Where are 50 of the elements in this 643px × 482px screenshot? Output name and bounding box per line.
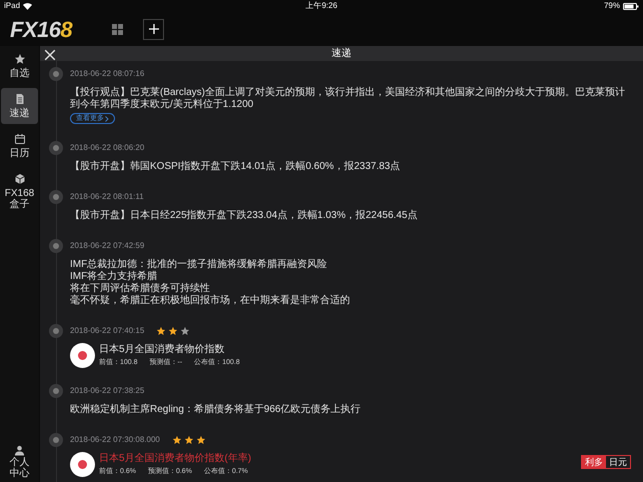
timestamp: 2018-06-22 08:01:11 xyxy=(70,191,144,203)
plus-icon xyxy=(148,24,158,34)
news-text: 毫不怀疑，希腊正在积极地回报市场，在中期来看是非常合适的 xyxy=(70,295,351,307)
news-text: 【股市开盘】日本日经225指数开盘下跌233.04点，跌幅1.03%，报22456.45点 xyxy=(70,210,418,222)
indicator-title: 日本5月全国消费者物价指数(年率) xyxy=(99,452,252,464)
timestamp: 2018-06-22 08:07:16 xyxy=(70,68,144,80)
news-text: 【股市开盘】韩国KOSPI指数开盘下跌14.01点，跌幅0.60%，报2337.83点 xyxy=(70,161,402,173)
document-icon xyxy=(14,93,26,105)
news-text: IMF总裁拉加德：批准的一揽子措施将缓解希腊再融资风险 xyxy=(70,259,328,270)
news-text: 欧洲稳定机制主席Regling：希腊债务将基于966亿欧元债务上执行 xyxy=(70,404,362,416)
star-icon xyxy=(156,326,166,336)
star-icon xyxy=(168,326,178,336)
close-icon xyxy=(44,49,56,61)
timestamp: 2018-06-22 07:42:59 xyxy=(70,240,144,252)
star-icon xyxy=(196,434,206,444)
sidebar-item[interactable]: FX168 盒子 xyxy=(1,168,38,215)
star-icon xyxy=(14,53,26,65)
sidebar-item[interactable]: 速递 xyxy=(1,88,38,124)
close-button[interactable] xyxy=(44,49,56,61)
news-text: 【投行观点】巴克莱(Barclays)全面上调了对美元的预期，该行并指出，美国经济和其他国家之间的分歧大于预期。巴克莱预计到今年第四季度末欧元/美元料位于1.1200 xyxy=(70,87,626,111)
indicator-title: 日本5月全国消费者物价指数 xyxy=(99,343,226,356)
device-name: iPad xyxy=(4,0,20,12)
chevron-icon xyxy=(105,116,109,122)
sidebar-item[interactable]: 日历 xyxy=(1,128,38,164)
star-icon xyxy=(172,434,182,444)
timestamp: 2018-06-22 07:38:25 xyxy=(70,384,144,396)
timestamp: 2018-06-22 08:06:20 xyxy=(70,142,144,154)
star-icon xyxy=(180,326,190,336)
battery-icon xyxy=(623,2,639,10)
battery-percent: 79% xyxy=(604,0,620,12)
grid-icon[interactable] xyxy=(112,24,123,34)
profile-item[interactable]: 个人中心 xyxy=(8,445,30,482)
news-text: IMF将全力支持希腊 xyxy=(70,271,158,282)
cube-icon xyxy=(14,173,26,185)
wifi-icon xyxy=(23,2,32,10)
logo-text: FX168 xyxy=(10,16,74,44)
person-icon xyxy=(14,445,25,456)
tag: 利多 xyxy=(582,456,606,468)
timestamp: 2018-06-22 07:40:15 xyxy=(70,325,144,337)
tag: 日元 xyxy=(606,456,630,468)
panel-title: 速递 xyxy=(332,46,352,61)
star-icon xyxy=(184,434,194,444)
japan-flag-icon xyxy=(70,343,95,368)
add-button[interactable] xyxy=(143,18,164,40)
calendar-icon xyxy=(14,133,26,145)
japan-flag-icon xyxy=(70,452,95,477)
sidebar-item[interactable]: 自选 xyxy=(1,48,38,84)
clock: 上午9:26 xyxy=(306,0,338,12)
news-text: 将在下周评估希腊债务可持续性 xyxy=(70,283,211,294)
timestamp: 2018-06-22 07:30:08.000 xyxy=(70,434,160,446)
